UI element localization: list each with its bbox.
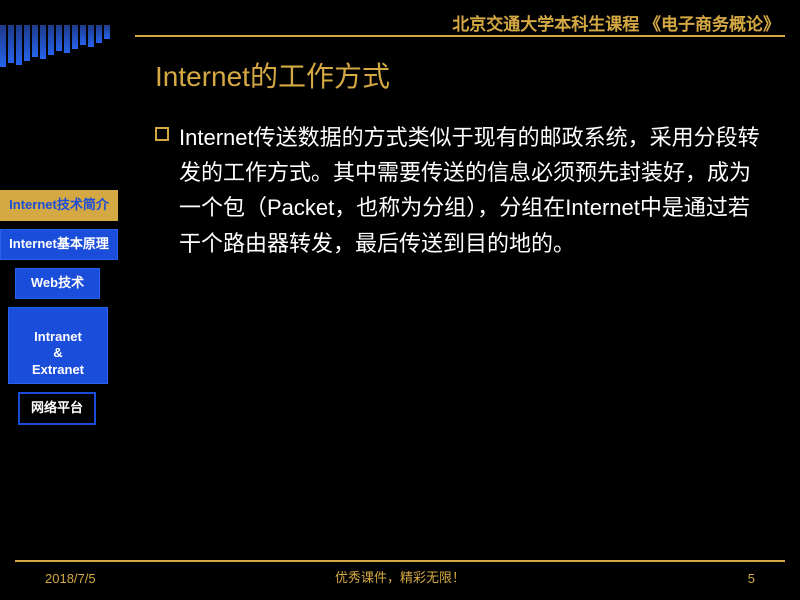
footer-page-number: 5	[748, 571, 755, 586]
nav-label: Intranet & Extranet	[32, 329, 84, 378]
course-header: 北京交通大学本科生课程 《电子商务概论》	[452, 10, 780, 35]
sidebar-nav: Internet技术简介 Internet基本原理 Web技术 Intranet…	[0, 190, 118, 425]
slide-content: Internet传送数据的方式类似于现有的邮政系统，采用分段转发的工作方式。其中…	[155, 120, 770, 261]
nav-item-intranet-extranet[interactable]: Intranet & Extranet	[8, 307, 108, 385]
body-text: Internet传送数据的方式类似于现有的邮政系统，采用分段转发的工作方式。其中…	[179, 120, 770, 261]
bullet-row: Internet传送数据的方式类似于现有的邮政系统，采用分段转发的工作方式。其中…	[155, 120, 770, 261]
slide-container: 北京交通大学本科生课程 《电子商务概论》 Internet的工作方式 Inter…	[0, 0, 800, 600]
footer-divider	[15, 560, 785, 562]
header-divider	[135, 35, 785, 37]
nav-label: Internet技术简介	[9, 197, 109, 212]
nav-label: Web技术	[31, 275, 84, 290]
nav-item-web[interactable]: Web技术	[15, 268, 100, 299]
bullet-icon	[155, 127, 169, 141]
nav-label: 网络平台	[31, 400, 83, 415]
corner-decoration	[0, 25, 130, 70]
nav-label: Internet基本原理	[9, 236, 109, 251]
nav-item-principles[interactable]: Internet基本原理	[0, 229, 118, 260]
slide-title: Internet的工作方式	[155, 55, 390, 95]
nav-item-platform[interactable]: 网络平台	[18, 392, 96, 425]
footer-text: 优秀课件，精彩无限！	[0, 567, 800, 586]
nav-item-intro[interactable]: Internet技术简介	[0, 190, 118, 221]
